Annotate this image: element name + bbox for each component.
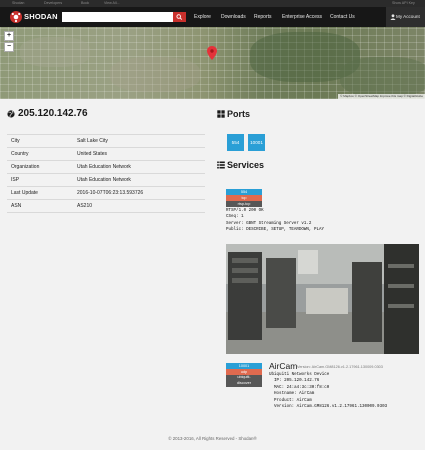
map-area xyxy=(20,37,90,67)
detail-value: 2016-10-07T06:23:13.593726 xyxy=(73,186,205,200)
server-rack xyxy=(384,244,419,354)
map-area xyxy=(340,57,425,97)
server-rack xyxy=(352,262,382,342)
detail-key: Last Update xyxy=(7,186,73,200)
list-icon xyxy=(217,161,225,169)
ports-title: Ports xyxy=(227,109,251,119)
host-ip: 205.120.142.76 xyxy=(18,108,88,119)
map-pin-icon[interactable] xyxy=(207,46,217,60)
service-banner: RTSP/1.0 200 OK CSeq: 1 Server: GBNT Str… xyxy=(226,209,325,233)
search-button[interactable] xyxy=(173,12,186,22)
service-product-name: AirCam xyxy=(269,361,298,371)
shodan-logo-icon xyxy=(10,11,22,23)
page: Shodan Developers Book View All... Show … xyxy=(0,0,425,450)
globe-icon xyxy=(7,110,15,118)
rack-unit xyxy=(232,258,258,263)
rack-unit xyxy=(388,264,414,268)
map-zoom-in-button[interactable]: + xyxy=(4,31,14,41)
logo-text: SHODAN xyxy=(24,12,58,21)
nav-contact-us[interactable]: Contact Us xyxy=(330,7,355,27)
top-link-shodan[interactable]: Shodan xyxy=(12,0,24,7)
shodan-logo[interactable]: SHODAN xyxy=(10,10,58,24)
detail-value: Utah Education Network xyxy=(73,173,205,187)
map-area xyxy=(110,57,200,92)
location-map[interactable]: + − © Mapbox © OpenStreetMap Improve thi… xyxy=(0,27,425,99)
service-screenshot-image[interactable] xyxy=(226,244,419,354)
table-row: ISP Utah Education Network xyxy=(7,173,205,187)
cabinet xyxy=(306,288,348,314)
main-navbar: SHODAN Explore Downloads Reports Enterpr… xyxy=(0,7,425,27)
services-title: Services xyxy=(227,160,265,170)
rack-unit xyxy=(232,278,258,283)
my-account-label: My Account xyxy=(396,14,420,19)
grid-icon xyxy=(217,110,225,118)
top-links-bar: Shodan Developers Book View All... Show … xyxy=(0,0,425,7)
rack-unit xyxy=(388,304,414,308)
detail-value: Utah Education Network xyxy=(73,160,205,174)
footer-copyright: © 2013-2016, All Rights Reserved - Shoda… xyxy=(168,436,257,441)
detail-key: ISP xyxy=(7,173,73,187)
top-link-api-key[interactable]: Show API Key xyxy=(392,0,415,7)
rack-unit xyxy=(232,268,258,273)
host-details-table: City Salt Lake City Country United State… xyxy=(7,134,205,213)
nav-downloads[interactable]: Downloads xyxy=(221,7,246,27)
top-link-book[interactable]: Book xyxy=(81,0,89,7)
table-row: Last Update 2016-10-07T06:23:13.593726 xyxy=(7,186,205,200)
table-row: Country United States xyxy=(7,147,205,161)
poster xyxy=(298,250,318,274)
table-row: Organization Utah Education Network xyxy=(7,160,205,174)
detail-value: United States xyxy=(73,147,205,161)
table-row: City Salt Lake City xyxy=(7,134,205,148)
detail-value: AS210 xyxy=(73,199,205,213)
nav-enterprise-access[interactable]: Enterprise Access xyxy=(282,7,322,27)
nav-explore[interactable]: Explore xyxy=(194,7,211,27)
service-banner: Ubiquiti Networks Device IP: 205.120.142… xyxy=(269,373,388,410)
server-rack xyxy=(266,258,296,328)
service-product-version: Version: AirCam.GM8126.v1.2.17961.130009… xyxy=(297,365,383,369)
service-module-badge: ubiquiti-discover xyxy=(226,375,262,387)
table-row: ASN AS210 xyxy=(7,199,205,213)
my-account-button[interactable]: My Account xyxy=(386,7,425,27)
top-link-developers[interactable]: Developers xyxy=(44,0,62,7)
detail-key: City xyxy=(7,134,73,148)
search-input[interactable] xyxy=(62,12,173,22)
detail-value: Salt Lake City xyxy=(73,134,205,148)
nav-reports[interactable]: Reports xyxy=(254,7,272,27)
detail-key: Country xyxy=(7,147,73,161)
service-module-badge: rtsp-tcp xyxy=(226,201,262,207)
rack-unit xyxy=(388,284,414,288)
search-icon xyxy=(176,14,183,20)
port-554-button[interactable]: 554 xyxy=(227,134,244,151)
map-zoom-out-button[interactable]: − xyxy=(4,42,14,52)
map-attribution[interactable]: © Mapbox © OpenStreetMap Improve this ma… xyxy=(338,94,425,99)
server-rack xyxy=(228,252,262,340)
detail-key: Organization xyxy=(7,160,73,174)
top-link-view-all[interactable]: View All... xyxy=(104,0,120,7)
port-10001-button[interactable]: 10001 xyxy=(248,134,265,151)
detail-key: ASN xyxy=(7,199,73,213)
